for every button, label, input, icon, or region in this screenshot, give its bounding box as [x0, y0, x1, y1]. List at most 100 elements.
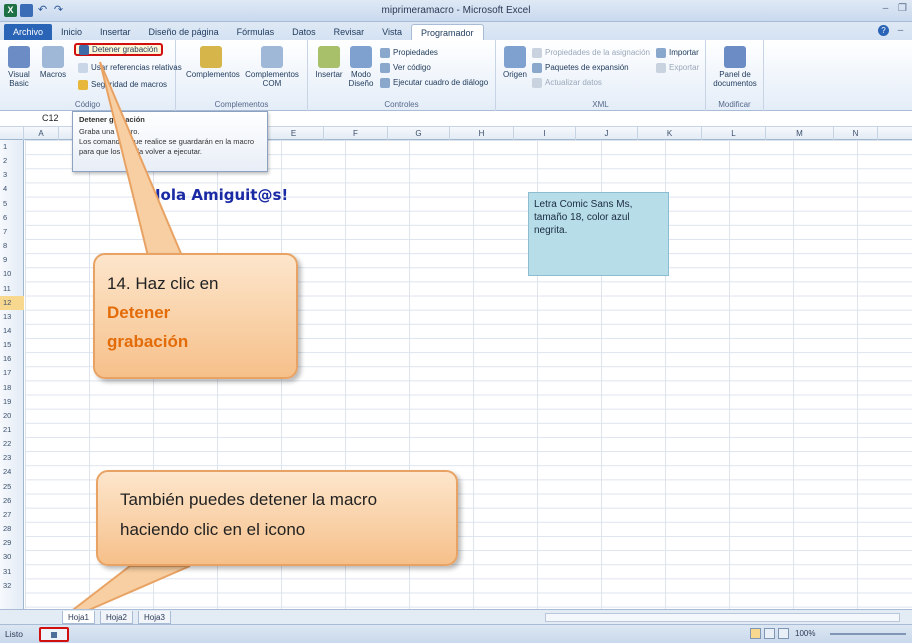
- document-panel-icon: [724, 46, 746, 68]
- tab-programador[interactable]: Programador: [411, 24, 484, 40]
- ver-codigo-label: Ver código: [393, 63, 431, 72]
- sheet-tab-hoja1[interactable]: Hoja1: [62, 611, 95, 624]
- row-header[interactable]: 17: [0, 366, 24, 380]
- tab-formulas[interactable]: Fórmulas: [228, 24, 284, 40]
- row-header[interactable]: 7: [0, 225, 24, 239]
- column-header[interactable]: F: [324, 127, 388, 140]
- complementos-com-button[interactable]: Complementos COM: [244, 46, 300, 88]
- tab-insertar[interactable]: Insertar: [91, 24, 140, 40]
- warning-icon: [78, 79, 88, 90]
- row-header[interactable]: 5: [0, 197, 24, 211]
- row-header[interactable]: 2: [0, 154, 24, 168]
- column-header[interactable]: E: [264, 127, 324, 140]
- tab-revisar[interactable]: Revisar: [325, 24, 374, 40]
- column-header[interactable]: M: [766, 127, 834, 140]
- row-header[interactable]: 21: [0, 423, 24, 437]
- page-layout-view-icon[interactable]: [764, 628, 775, 639]
- propiedades-button[interactable]: Propiedades: [380, 46, 438, 59]
- paquetes-expansion-button[interactable]: Paquetes de expansión: [532, 61, 629, 74]
- row-header[interactable]: 15: [0, 338, 24, 352]
- insertar-control-button[interactable]: Insertar: [312, 46, 346, 79]
- cell-hola-amiguitos[interactable]: Hola Amiguit@s!: [148, 186, 288, 204]
- row-header[interactable]: 19: [0, 395, 24, 409]
- row-header[interactable]: 10: [0, 267, 24, 281]
- relative-references-button[interactable]: Usar referencias relativas: [78, 61, 182, 74]
- exportar-label: Exportar: [669, 63, 700, 72]
- row-header[interactable]: 31: [0, 565, 24, 579]
- actualizar-datos-button[interactable]: Actualizar datos: [532, 76, 602, 89]
- row-header[interactable]: 24: [0, 465, 24, 479]
- row-header[interactable]: 26: [0, 494, 24, 508]
- column-header[interactable]: K: [638, 127, 702, 140]
- select-all-corner[interactable]: [0, 127, 24, 140]
- propiedades-asignacion-button[interactable]: Propiedades de la asignación: [532, 46, 650, 59]
- column-header[interactable]: J: [576, 127, 638, 140]
- row-header[interactable]: 25: [0, 480, 24, 494]
- stop-macro-icon[interactable]: [39, 627, 69, 642]
- row-header[interactable]: 28: [0, 522, 24, 536]
- row-header[interactable]: 6: [0, 211, 24, 225]
- zoom-slider[interactable]: [830, 633, 906, 635]
- help-icon[interactable]: ?: [878, 25, 889, 36]
- row-header[interactable]: 14: [0, 324, 24, 338]
- macros-button[interactable]: Macros: [36, 46, 70, 79]
- row-header[interactable]: 30: [0, 550, 24, 564]
- column-header[interactable]: L: [702, 127, 766, 140]
- modo-diseno-button[interactable]: Modo Diseño: [344, 46, 378, 88]
- stop-recording-button[interactable]: Detener grabación: [74, 43, 163, 56]
- row-header[interactable]: 8: [0, 239, 24, 253]
- row-header[interactable]: 16: [0, 352, 24, 366]
- sheet-tab-hoja3[interactable]: Hoja3: [138, 611, 171, 624]
- exportar-button[interactable]: Exportar: [656, 61, 699, 74]
- row-header[interactable]: 23: [0, 451, 24, 465]
- ribbon-right-controls: ? –: [878, 25, 906, 36]
- tab-datos[interactable]: Datos: [283, 24, 325, 40]
- row-header[interactable]: 22: [0, 437, 24, 451]
- column-header[interactable]: H: [450, 127, 514, 140]
- sheet-tab-hoja2[interactable]: Hoja2: [100, 611, 133, 624]
- zoom-level[interactable]: 100%: [795, 629, 815, 638]
- row-header[interactable]: 13: [0, 310, 24, 324]
- ver-codigo-button[interactable]: Ver código: [380, 61, 431, 74]
- horizontal-scrollbar[interactable]: [545, 613, 900, 622]
- tab-inicio[interactable]: Inicio: [52, 24, 91, 40]
- row-header[interactable]: 12: [0, 295, 24, 310]
- minimize-ribbon-icon[interactable]: –: [895, 25, 906, 36]
- restore-icon[interactable]: ❐: [897, 3, 908, 14]
- row-header[interactable]: 9: [0, 253, 24, 267]
- column-header[interactable]: N: [834, 127, 878, 140]
- name-box[interactable]: C12: [42, 112, 72, 125]
- row-header[interactable]: 18: [0, 381, 24, 395]
- puzzle-icon: [200, 46, 222, 68]
- normal-view-icon[interactable]: [750, 628, 761, 639]
- minimize-icon[interactable]: –: [880, 3, 891, 14]
- modo-diseno-label: Modo Diseño: [348, 70, 374, 88]
- row-header[interactable]: 1: [0, 140, 24, 154]
- export-icon: [656, 62, 666, 73]
- row-header[interactable]: 32: [0, 579, 24, 593]
- page-break-view-icon[interactable]: [778, 628, 789, 639]
- column-header[interactable]: I: [514, 127, 576, 140]
- visual-basic-button[interactable]: Visual Basic: [2, 46, 36, 88]
- row-header[interactable]: 4: [0, 182, 24, 196]
- macro-security-label: Seguridad de macros: [91, 80, 168, 89]
- row-header[interactable]: 3: [0, 168, 24, 182]
- column-header[interactable]: A: [24, 127, 59, 140]
- group-xml-label: XML: [592, 100, 609, 109]
- row-header[interactable]: 20: [0, 409, 24, 423]
- panel-documentos-button[interactable]: Panel de documentos: [712, 46, 758, 88]
- row-header[interactable]: 29: [0, 536, 24, 550]
- tab-archivo[interactable]: Archivo: [4, 24, 53, 40]
- tab-diseno-pagina[interactable]: Diseño de página: [140, 24, 228, 40]
- complementos-button[interactable]: Complementos: [186, 46, 240, 79]
- tab-vista[interactable]: Vista: [373, 24, 411, 40]
- group-codigo-label: Código: [74, 100, 101, 109]
- note-text-box[interactable]: Letra Comic Sans Ms, tamaño 18, color az…: [528, 192, 669, 276]
- macro-security-button[interactable]: Seguridad de macros: [78, 78, 167, 91]
- origen-button[interactable]: Origen: [498, 46, 532, 79]
- importar-button[interactable]: Importar: [656, 46, 699, 59]
- row-header[interactable]: 27: [0, 508, 24, 522]
- ejecutar-cuadro-button[interactable]: Ejecutar cuadro de diálogo: [380, 76, 488, 89]
- row-header[interactable]: 11: [0, 282, 24, 296]
- column-header[interactable]: G: [388, 127, 450, 140]
